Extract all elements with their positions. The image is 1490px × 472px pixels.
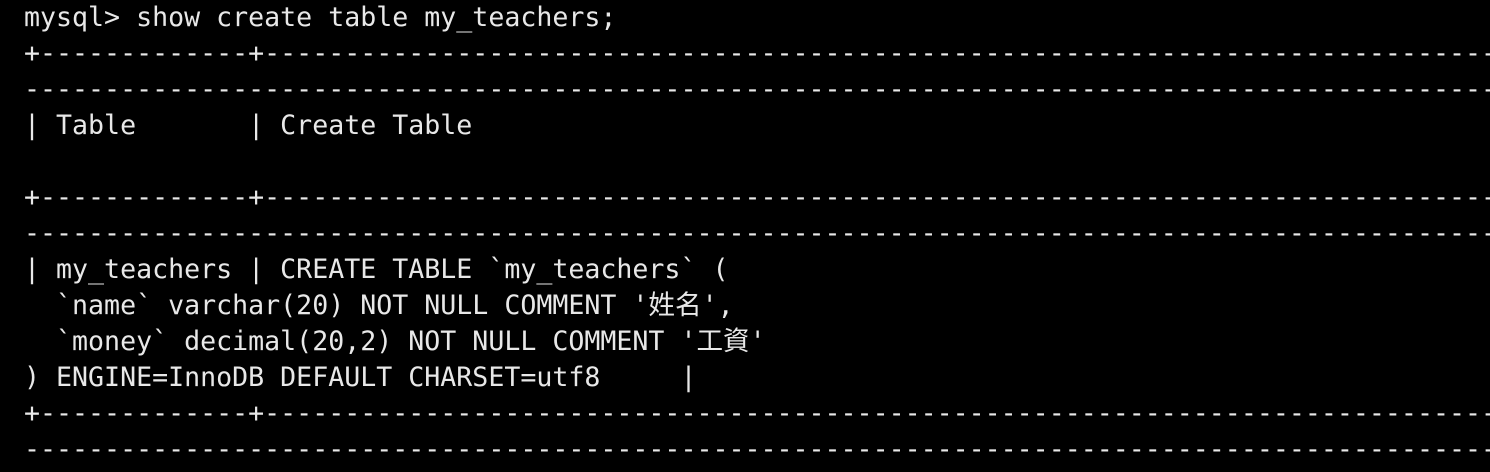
table-header-separator-line: +-------------+-------------------------… (24, 182, 1490, 213)
table-bottom-border-continuation: ----------------------------------------… (24, 434, 1490, 465)
command-prompt-line: mysql> show create table my_teachers; (24, 2, 617, 33)
table-header-separator-continuation: ----------------------------------------… (24, 218, 1490, 249)
table-bottom-border-line: +-------------+-------------------------… (24, 398, 1490, 429)
table-row-engine-line: ) ENGINE=InnoDB DEFAULT CHARSET=utf8 | (24, 362, 697, 393)
table-row-money-column: `money` decimal(20,2) NOT NULL COMMENT '… (24, 326, 766, 357)
table-top-border-continuation: ----------------------------------------… (24, 74, 1490, 105)
table-header-row: | Table | Create Table (24, 110, 473, 141)
terminal-window[interactable]: mysql> show create table my_teachers; +-… (0, 0, 1490, 472)
table-top-border-line: +-------------+-------------------------… (24, 38, 1490, 69)
table-header-row-continuation: | (24, 144, 1490, 180)
table-row-name-column: `name` varchar(20) NOT NULL COMMENT '姓名'… (24, 290, 734, 321)
table-row-create-statement: | my_teachers | CREATE TABLE `my_teacher… (24, 254, 729, 285)
